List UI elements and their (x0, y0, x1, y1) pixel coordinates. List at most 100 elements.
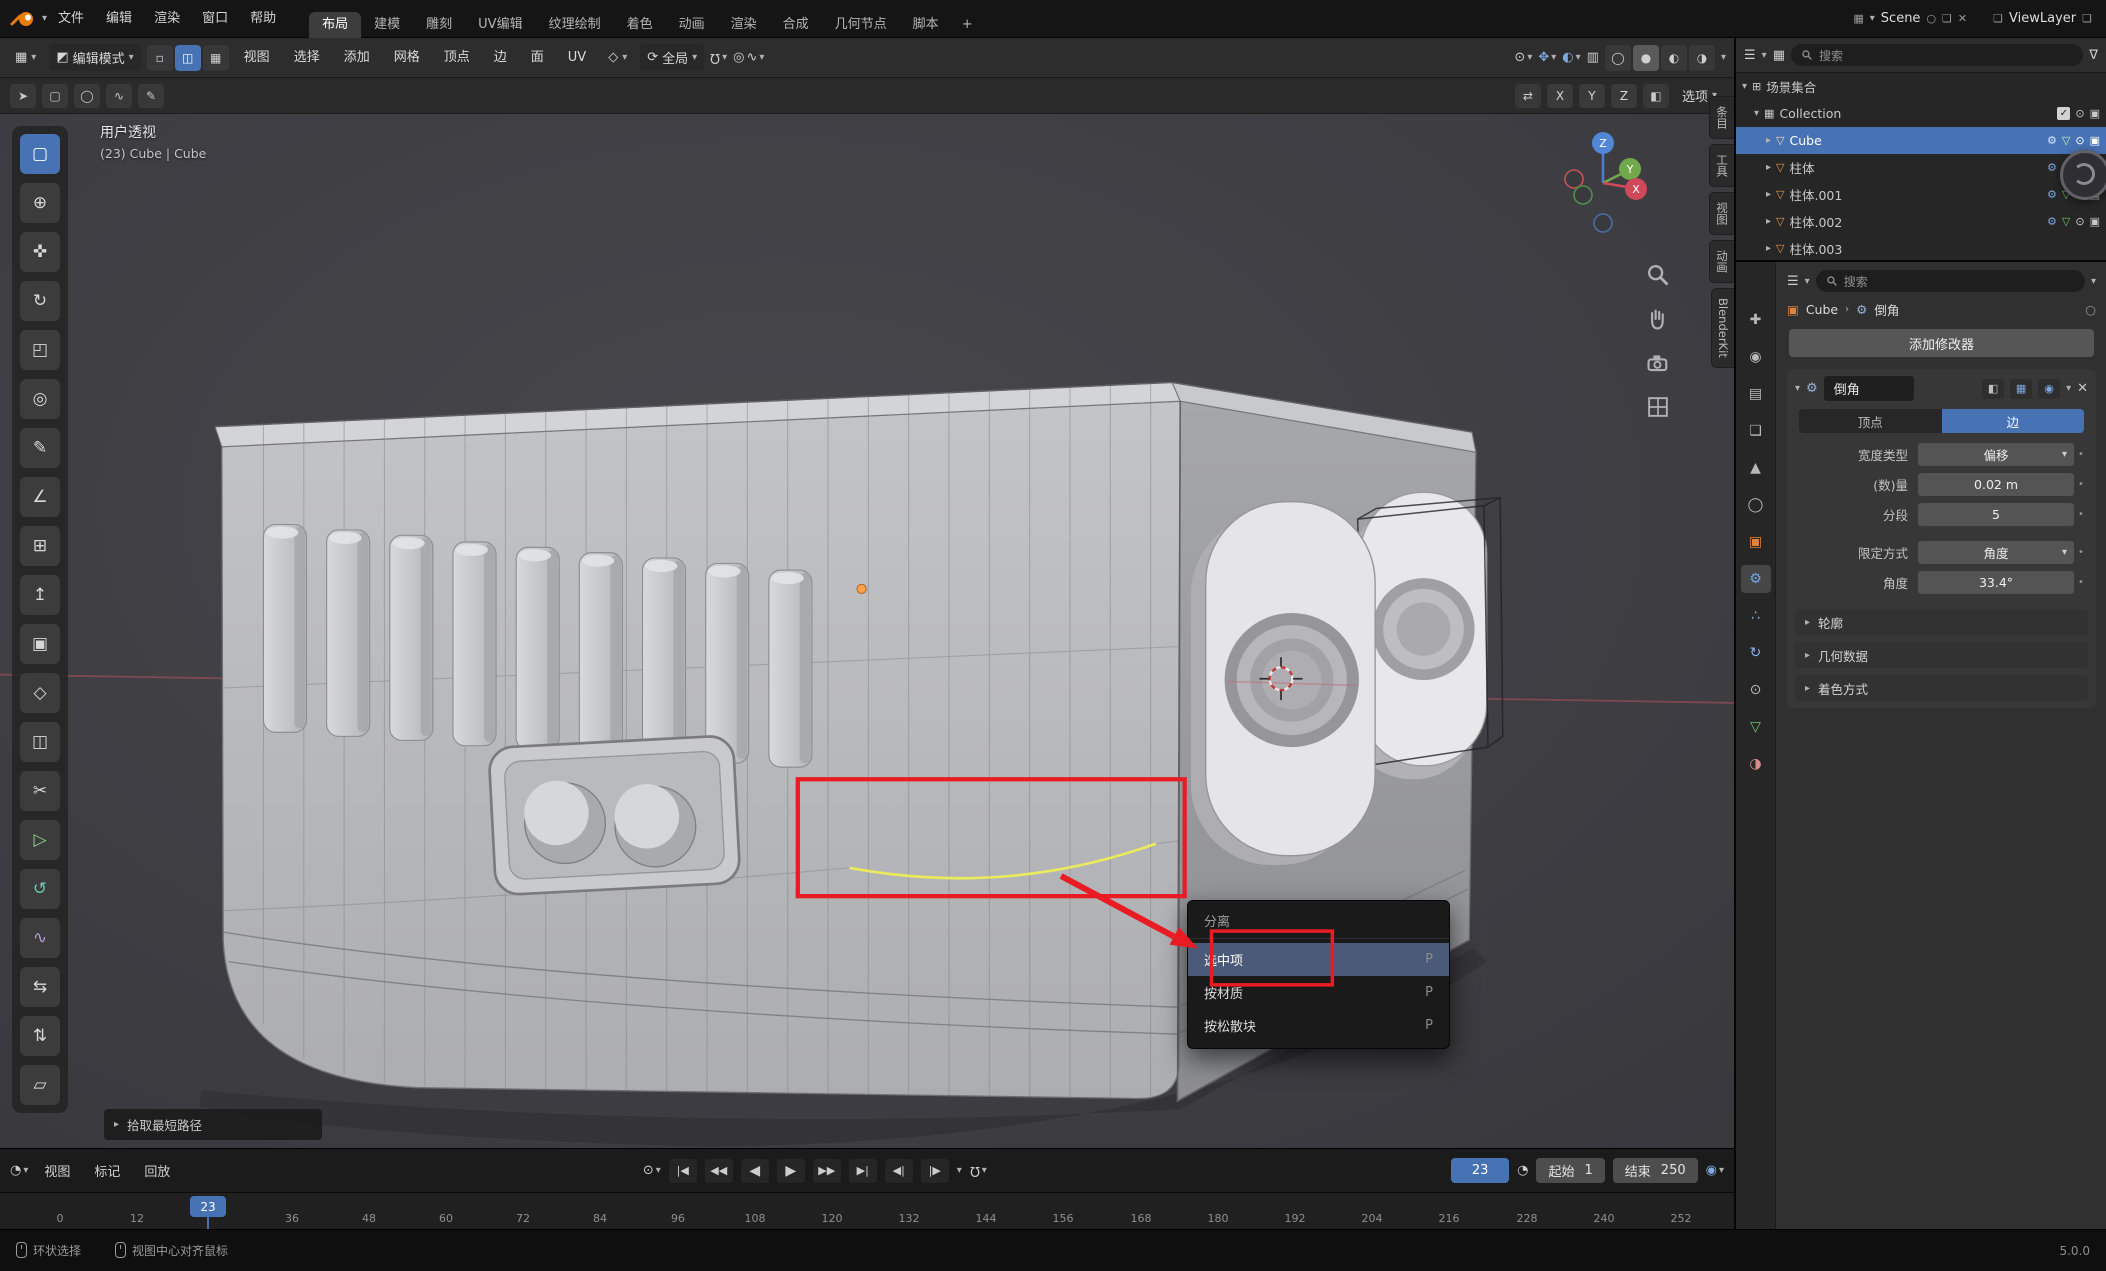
mirror-icon[interactable]: ⇄ (1515, 84, 1541, 108)
sidebar-tab-blenderkit[interactable]: BlenderKit (1711, 288, 1734, 368)
zoom-icon[interactable] (1645, 262, 1671, 288)
eye-icon[interactable]: ⊙ (2075, 215, 2084, 228)
section-geometry[interactable]: ▸ 几何数据 (1795, 642, 2088, 668)
chevron-down-icon[interactable]: ▾ (957, 1165, 962, 1176)
workspace-tab-scripting[interactable]: 脚本 (900, 12, 952, 38)
mirror-x-button[interactable]: X (1547, 84, 1573, 108)
tool-cursor[interactable]: ⊕ (20, 183, 60, 223)
workspace-tab-layout[interactable]: 布局 (309, 12, 361, 38)
amount-field[interactable]: 0.02 m (1918, 473, 2074, 496)
scene-selector[interactable]: ▦ ▾ Scene ○ ❏ ✕ (1853, 11, 1967, 26)
limit-method-dropdown[interactable]: 角度 (1918, 541, 2074, 564)
play-reverse-button[interactable]: ◀ (741, 1159, 769, 1183)
timeline-snap-toggle[interactable]: Ω▾ (970, 1163, 987, 1178)
prev-keyframe-button[interactable]: ◀◀ (705, 1159, 733, 1183)
eye-icon[interactable]: ⊙ (2075, 107, 2084, 120)
tool-scale[interactable]: ◰ (20, 330, 60, 370)
tool-transform[interactable]: ◎ (20, 379, 60, 419)
tool-extrude[interactable]: ↥ (20, 575, 60, 615)
workspace-tab-sculpt[interactable]: 雕刻 (413, 12, 465, 38)
shading-dropdown[interactable]: ▾ (1721, 52, 1726, 63)
menu-mesh[interactable]: 网格 (385, 38, 429, 78)
overlays-toggle[interactable]: ◐▾ (1562, 50, 1580, 65)
sidebar-tab-animation[interactable]: 动画 (1709, 240, 1734, 283)
snap-target-icon[interactable]: ◧ (1643, 84, 1669, 108)
current-frame-marker[interactable]: 23 (190, 1196, 226, 1217)
frame-start-field[interactable]: 起始 1 (1536, 1158, 1604, 1183)
workspace-tab-uv[interactable]: UV编辑 (465, 12, 535, 38)
outliner-row-cylinder-003[interactable]: ▸ ▽ 柱体.003 (1736, 235, 2106, 258)
tool-spin[interactable]: ↺ (20, 869, 60, 909)
section-profile[interactable]: ▸ 轮廓 (1795, 609, 2088, 635)
gizmo-neg-z-ball[interactable] (1594, 214, 1612, 232)
outliner-row-cylinder-001[interactable]: ▸ ▽ 柱体.001 ⚙ ▽ ⊙ ▣ (1736, 181, 2106, 208)
sidebar-tab-item[interactable]: 条目 (1709, 96, 1734, 139)
properties-editor-icon[interactable]: ☰ (1787, 274, 1799, 289)
tool-bevel[interactable]: ◇ (20, 673, 60, 713)
sidebar-tab-tool[interactable]: 工具 (1709, 144, 1734, 187)
menu-view[interactable]: 视图 (235, 38, 279, 78)
properties-search-input[interactable]: 搜索 (1816, 270, 2085, 292)
chevron-down-icon[interactable]: ▾ (1795, 383, 1800, 394)
tool-rotate[interactable]: ↻ (20, 281, 60, 321)
width-type-dropdown[interactable]: 偏移 (1918, 443, 2074, 466)
breadcrumb-modifier[interactable]: 倒角 (1874, 300, 1899, 319)
timeline-editor-button[interactable]: ◔▾ (10, 1163, 28, 1178)
workspace-tab-geometry-nodes[interactable]: 几何节点 (822, 12, 900, 38)
tool-annotate[interactable]: ✎ (20, 428, 60, 468)
menu-edit[interactable]: 编辑 (95, 0, 143, 38)
chevron-down-icon[interactable]: ▾ (1742, 81, 1747, 92)
pin-icon[interactable]: ○ (2085, 302, 2096, 317)
chevron-down-icon[interactable]: ▾ (1762, 50, 1767, 61)
tab-tool[interactable]: ✚ (1741, 306, 1771, 334)
tab-modifiers[interactable]: ⚙ (1741, 565, 1771, 593)
mirror-z-button[interactable]: Z (1611, 84, 1637, 108)
tool-poly-build[interactable]: ▷ (20, 820, 60, 860)
chevron-right-icon[interactable]: ▸ (1766, 243, 1771, 254)
chevron-right-icon[interactable]: ▸ (1766, 189, 1771, 200)
snap-toggle[interactable]: Ω▾ (710, 50, 727, 65)
menu-uv[interactable]: UV (559, 38, 595, 78)
workspace-tab-shading[interactable]: 着色 (614, 12, 666, 38)
modifier-extras-dropdown[interactable]: ▾ (2066, 383, 2071, 394)
tab-constraints[interactable]: ⊙ (1741, 676, 1771, 704)
transform-orientation-selector[interactable]: ⟳全局▾ (640, 44, 704, 71)
wrench-icon[interactable]: ⚙ (2047, 188, 2057, 201)
tool-smooth[interactable]: ∿ (20, 918, 60, 958)
orthographic-grid-icon[interactable] (1645, 394, 1671, 420)
wrench-icon[interactable]: ⚙ (2047, 134, 2057, 147)
jump-to-end-button[interactable]: ▶| (849, 1159, 877, 1183)
chevron-down-icon[interactable]: ▾ (1805, 276, 1810, 287)
duplicate-icon[interactable]: ❏ (1942, 12, 1952, 25)
section-shading[interactable]: ▸ 着色方式 (1795, 675, 2088, 701)
box-select-icon[interactable]: ▢ (42, 84, 68, 108)
timeline-menu-playback[interactable]: 回放 (136, 1161, 178, 1180)
tool-inset-faces[interactable]: ▣ (20, 624, 60, 664)
play-button[interactable]: ▶ (777, 1159, 805, 1183)
workspace-tab-texture-paint[interactable]: 纹理绘制 (536, 12, 614, 38)
tweak-select-icon[interactable]: ➤ (10, 84, 36, 108)
tool-measure[interactable]: ∠ (20, 477, 60, 517)
add-modifier-button[interactable]: 添加修改器 (1789, 329, 2094, 357)
rendered-shading-button[interactable]: ◑ (1689, 45, 1715, 71)
angle-field[interactable]: 33.4° (1918, 571, 2074, 594)
face-select-button[interactable]: ▦ (203, 45, 229, 71)
tab-view-layer[interactable]: ❏ (1741, 417, 1771, 445)
timeline-menu-marker[interactable]: 标记 (86, 1161, 128, 1180)
menu-item-by-loose-parts[interactable]: 按松散块 P (1188, 1009, 1449, 1042)
navigation-gizmo[interactable]: Z Y X (1548, 128, 1658, 238)
add-workspace-button[interactable]: + (952, 11, 983, 38)
material-shading-button[interactable]: ◐ (1661, 45, 1687, 71)
close-icon[interactable]: ✕ (1958, 12, 1967, 25)
operator-panel-shortest-path[interactable]: ▸ 拾取最短路径 (104, 1109, 322, 1140)
chevron-right-icon[interactable]: ▸ (1766, 135, 1771, 146)
blender-logo[interactable] (10, 10, 36, 28)
menu-item-by-material[interactable]: 按材质 P (1188, 976, 1449, 1009)
decorator-dot[interactable]: • (2074, 449, 2088, 460)
tool-knife[interactable]: ✂ (20, 771, 60, 811)
visibility-dropdown[interactable]: ⊙▾ (1514, 50, 1532, 65)
outliner-row-cube[interactable]: ▸ ▽ Cube ⚙ ▽ ⊙ ▣ (1736, 127, 2106, 154)
render-display-toggle[interactable]: ◉ (2038, 379, 2060, 399)
menu-edge[interactable]: 边 (485, 38, 516, 78)
viewlayer-selector[interactable]: ❏ ViewLayer ❏ (1993, 11, 2092, 26)
